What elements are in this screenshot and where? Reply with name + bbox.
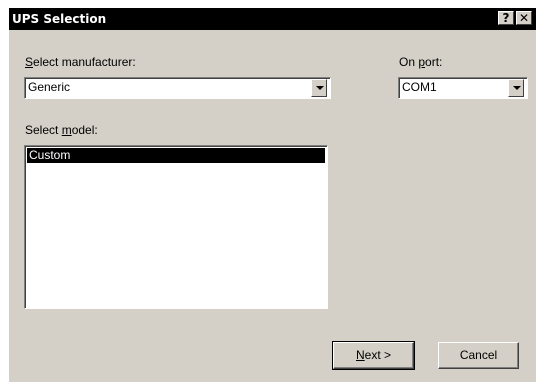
port-value: COM1 [402, 80, 437, 94]
port-label-text: ort: [425, 55, 443, 69]
next-button-accel: N [355, 348, 365, 362]
manufacturer-label-text: elect manufacturer: [33, 55, 136, 69]
model-listbox[interactable]: Custom [24, 145, 328, 309]
window-title: UPS Selection [12, 12, 107, 26]
cancel-button[interactable]: Cancel [438, 342, 519, 369]
next-button-label: ext > [364, 348, 392, 362]
manufacturer-dropdown-button[interactable] [311, 79, 327, 97]
manufacturer-dropdown[interactable]: Generic [24, 77, 331, 99]
manufacturer-label: Select manufacturer: [25, 55, 136, 69]
port-label-prefix: On [399, 55, 419, 69]
ups-selection-dialog: UPS Selection ? ✕ Select manufacturer: G… [9, 8, 536, 382]
model-label-prefix: Select [25, 123, 62, 137]
help-icon: ? [502, 11, 510, 25]
manufacturer-value: Generic [28, 80, 71, 94]
port-dropdown[interactable]: COM1 [398, 77, 528, 99]
model-label-accel: m [61, 123, 72, 137]
manufacturer-label-accel: S [25, 55, 34, 69]
list-item[interactable]: Custom [27, 148, 325, 163]
next-button[interactable]: Next > [332, 341, 415, 370]
close-button[interactable]: ✕ [516, 11, 532, 25]
chevron-down-icon [316, 86, 324, 90]
close-icon: ✕ [518, 11, 530, 25]
chevron-down-icon [513, 86, 521, 90]
model-label-text: odel: [71, 123, 98, 137]
port-label: On port: [399, 55, 442, 69]
model-label: Select model: [25, 123, 98, 137]
title-bar[interactable]: UPS Selection ? ✕ [9, 8, 536, 30]
help-button[interactable]: ? [498, 11, 514, 25]
port-dropdown-button[interactable] [508, 79, 524, 97]
